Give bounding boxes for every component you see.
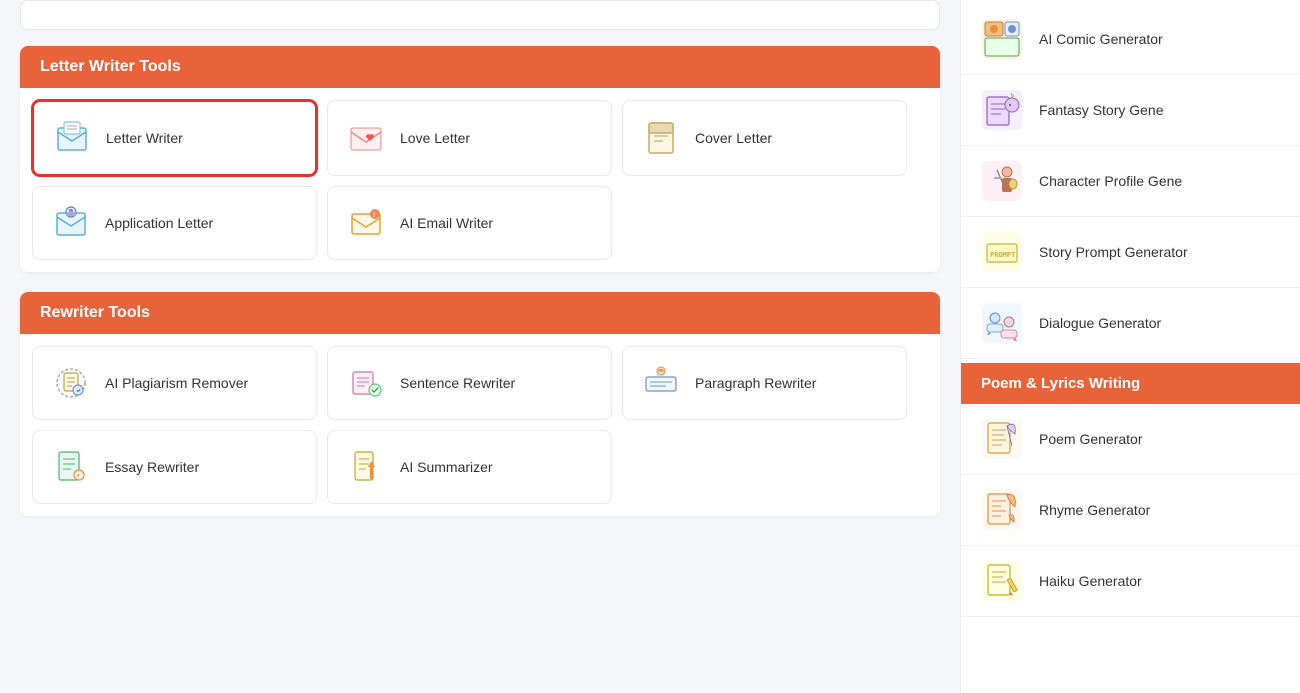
svg-text:!: ! — [373, 213, 375, 219]
sidebar-poem-section-header: Poem & Lyrics Writing — [961, 363, 1300, 404]
sidebar-item-dialogue-generator-label: Dialogue Generator — [1039, 315, 1161, 331]
letter-writer-label: Letter Writer — [106, 130, 183, 146]
rhyme-generator-icon — [979, 487, 1025, 533]
letter-cards-grid: Letter Writer Love Letter — [20, 88, 940, 272]
sidebar: AI Comic Generator Fantasy Story Gene — [960, 0, 1300, 693]
sidebar-item-poem-generator-label: Poem Generator — [1039, 431, 1143, 447]
card-application-letter[interactable]: Application Letter — [32, 186, 317, 260]
love-letter-icon — [344, 116, 388, 160]
sidebar-item-ai-comic-generator[interactable]: AI Comic Generator — [961, 4, 1300, 75]
sidebar-item-fantasy-story-gene-label: Fantasy Story Gene — [1039, 102, 1164, 118]
sidebar-item-poem-generator[interactable]: Poem Generator — [961, 404, 1300, 475]
sidebar-poem-section: Poem & Lyrics Writing Poem Generator — [961, 363, 1300, 617]
rewriter-section-header: Rewriter Tools — [20, 292, 940, 334]
ai-plagiarism-remover-label: AI Plagiarism Remover — [105, 375, 248, 391]
sidebar-item-story-prompt-generator[interactable]: PROMPT Story Prompt Generator — [961, 217, 1300, 288]
letter-section-header: Letter Writer Tools — [20, 46, 940, 88]
card-ai-email-writer[interactable]: ! AI Email Writer — [327, 186, 612, 260]
ai-comic-generator-icon — [979, 16, 1025, 62]
paragraph-rewriter-label: Paragraph Rewriter — [695, 375, 816, 391]
sentence-rewriter-label: Sentence Rewriter — [400, 375, 515, 391]
letter-writer-icon — [50, 116, 94, 160]
sidebar-item-haiku-generator[interactable]: Haiku Generator — [961, 546, 1300, 617]
card-love-letter[interactable]: Love Letter — [327, 100, 612, 176]
sidebar-item-character-profile-gene[interactable]: Character Profile Gene — [961, 146, 1300, 217]
letter-writer-section: Letter Writer Tools Letter Writer — [20, 46, 940, 272]
sidebar-item-haiku-generator-label: Haiku Generator — [1039, 573, 1142, 589]
ai-email-writer-icon: ! — [344, 201, 388, 245]
character-profile-gene-icon — [979, 158, 1025, 204]
paragraph-rewriter-icon — [639, 361, 683, 405]
story-prompt-generator-icon: PROMPT — [979, 229, 1025, 275]
card-cover-letter[interactable]: Cover Letter — [622, 100, 907, 176]
sidebar-item-ai-comic-generator-label: AI Comic Generator — [1039, 31, 1163, 47]
ai-summarizer-label: AI Summarizer — [400, 459, 493, 475]
main-content: Letter Writer Tools Letter Writer — [0, 0, 960, 693]
sidebar-item-rhyme-generator[interactable]: Rhyme Generator — [961, 475, 1300, 546]
cover-letter-icon — [639, 116, 683, 160]
application-letter-label: Application Letter — [105, 215, 213, 231]
dialogue-generator-icon — [979, 300, 1025, 346]
application-letter-icon — [49, 201, 93, 245]
sidebar-item-dialogue-generator[interactable]: Dialogue Generator — [961, 288, 1300, 359]
rewriter-cards-grid: AI Plagiarism Remover Sentence Rewriter — [20, 334, 940, 516]
essay-rewriter-icon — [49, 445, 93, 489]
ai-summarizer-icon — [344, 445, 388, 489]
ai-email-writer-label: AI Email Writer — [400, 215, 493, 231]
card-letter-writer[interactable]: Letter Writer — [32, 100, 317, 176]
card-ai-summarizer[interactable]: AI Summarizer — [327, 430, 612, 504]
sidebar-item-character-profile-gene-label: Character Profile Gene — [1039, 173, 1182, 189]
sidebar-item-rhyme-generator-label: Rhyme Generator — [1039, 502, 1150, 518]
poem-generator-icon — [979, 416, 1025, 462]
fantasy-story-gene-icon — [979, 87, 1025, 133]
haiku-generator-icon — [979, 558, 1025, 604]
card-essay-rewriter[interactable]: Essay Rewriter — [32, 430, 317, 504]
ai-plagiarism-remover-icon — [49, 361, 93, 405]
card-paragraph-rewriter[interactable]: Paragraph Rewriter — [622, 346, 907, 420]
card-sentence-rewriter[interactable]: Sentence Rewriter — [327, 346, 612, 420]
rewriter-section: Rewriter Tools AI Plagiarism Remover — [20, 292, 940, 516]
sentence-rewriter-icon — [344, 361, 388, 405]
sidebar-story-items: AI Comic Generator Fantasy Story Gene — [961, 0, 1300, 363]
top-placeholder — [20, 0, 940, 30]
essay-rewriter-label: Essay Rewriter — [105, 459, 199, 475]
svg-text:PROMPT: PROMPT — [990, 251, 1015, 259]
cover-letter-label: Cover Letter — [695, 130, 772, 146]
sidebar-item-story-prompt-generator-label: Story Prompt Generator — [1039, 244, 1188, 260]
card-ai-plagiarism-remover[interactable]: AI Plagiarism Remover — [32, 346, 317, 420]
sidebar-item-fantasy-story-gene[interactable]: Fantasy Story Gene — [961, 75, 1300, 146]
love-letter-label: Love Letter — [400, 130, 470, 146]
